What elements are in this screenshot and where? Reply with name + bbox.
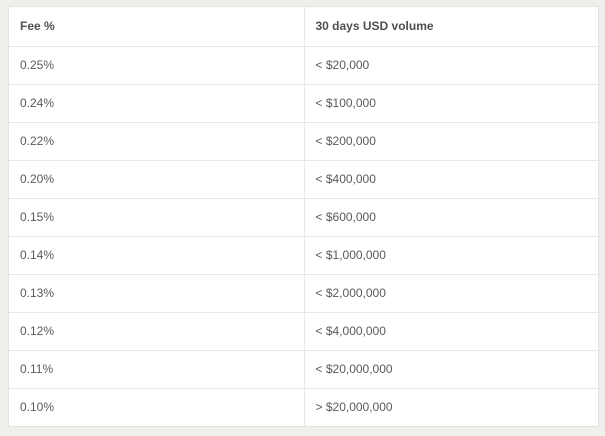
table-row: 0.22% < $200,000 — [9, 122, 598, 161]
fee-cell: 0.22% — [9, 122, 305, 161]
volume-cell: < $20,000 — [304, 46, 598, 85]
fee-cell: 0.10% — [9, 388, 305, 426]
fee-cell: 0.13% — [9, 274, 305, 313]
volume-cell: < $100,000 — [304, 84, 598, 123]
fee-cell: 0.11% — [9, 350, 305, 389]
header-30-day-volume: 30 days USD volume — [304, 7, 598, 47]
volume-cell: < $400,000 — [304, 160, 598, 199]
fee-table: Fee % 30 days USD volume 0.25% < $20,000… — [9, 7, 598, 426]
table-row: 0.13% < $2,000,000 — [9, 274, 598, 313]
fee-cell: 0.14% — [9, 236, 305, 275]
fee-table-header: Fee % 30 days USD volume — [9, 7, 598, 47]
volume-cell: < $20,000,000 — [304, 350, 598, 389]
volume-cell: < $1,000,000 — [304, 236, 598, 275]
table-row: 0.11% < $20,000,000 — [9, 350, 598, 389]
fee-cell: 0.20% — [9, 160, 305, 199]
fee-cell: 0.15% — [9, 198, 305, 237]
table-row: 0.15% < $600,000 — [9, 198, 598, 237]
fee-table-body: 0.25% < $20,000 0.24% < $100,000 0.22% <… — [9, 46, 598, 426]
table-row: 0.20% < $400,000 — [9, 160, 598, 199]
volume-cell: < $4,000,000 — [304, 312, 598, 351]
fee-cell: 0.12% — [9, 312, 305, 351]
table-row: 0.10% > $20,000,000 — [9, 388, 598, 426]
volume-cell: < $600,000 — [304, 198, 598, 237]
fee-cell: 0.25% — [9, 46, 305, 85]
table-row: 0.12% < $4,000,000 — [9, 312, 598, 351]
volume-cell: < $2,000,000 — [304, 274, 598, 313]
table-row: 0.25% < $20,000 — [9, 46, 598, 85]
table-row: 0.24% < $100,000 — [9, 84, 598, 123]
fee-cell: 0.24% — [9, 84, 305, 123]
header-fee-percent: Fee % — [9, 7, 305, 47]
volume-cell: < $200,000 — [304, 122, 598, 161]
header-row: Fee % 30 days USD volume — [9, 7, 598, 47]
table-row: 0.14% < $1,000,000 — [9, 236, 598, 275]
volume-cell: > $20,000,000 — [315, 400, 393, 415]
fee-table-container: Fee % 30 days USD volume 0.25% < $20,000… — [8, 6, 599, 427]
